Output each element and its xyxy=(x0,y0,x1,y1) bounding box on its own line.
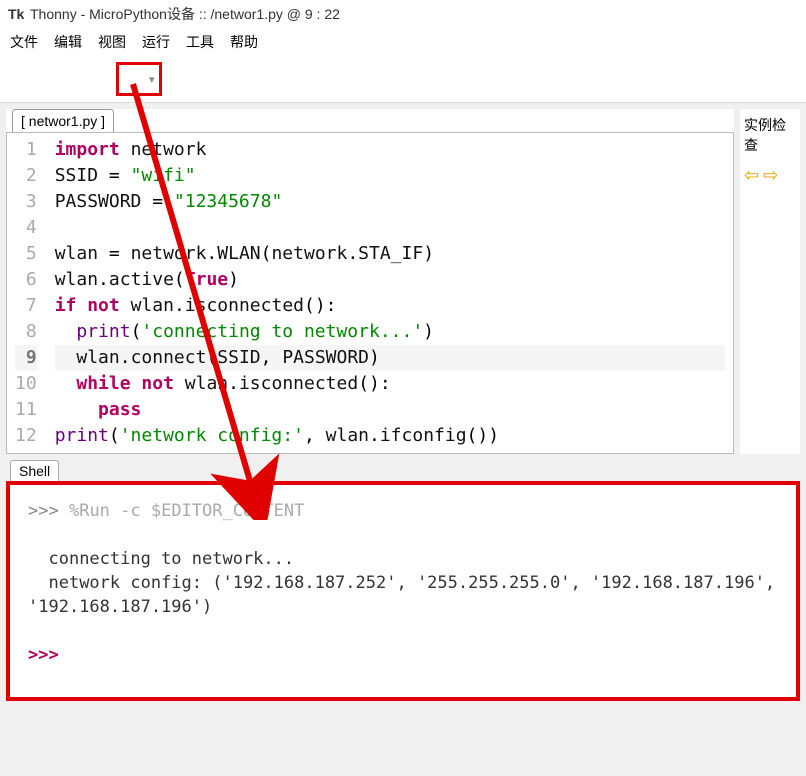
resume-button[interactable] xyxy=(304,67,328,91)
shell-prompt: >>> xyxy=(28,501,59,521)
shell-output-line: network config: ('192.168.187.252', '255… xyxy=(28,573,785,617)
inspector-back-button[interactable]: ⇦ xyxy=(744,165,759,186)
run-button-highlight: ▾ xyxy=(116,62,162,96)
object-inspector-pane: 实例检查 ⇦ ⇨ xyxy=(740,109,800,454)
menu-file[interactable]: 文件 xyxy=(10,32,38,52)
shell-output[interactable]: >>> %Run -c $EDITOR_CONTENT connecting t… xyxy=(6,481,800,701)
shell-tab[interactable]: Shell xyxy=(10,460,59,481)
menu-edit[interactable]: 编辑 xyxy=(54,32,82,52)
editor-tab-networ1[interactable]: [ networ1.py ] xyxy=(12,109,114,132)
shell-output-line: connecting to network... xyxy=(48,549,294,569)
menu-run[interactable]: 运行 xyxy=(142,32,170,52)
menu-view[interactable]: 视图 xyxy=(98,32,126,52)
open-file-button[interactable] xyxy=(40,67,64,91)
step-over-button[interactable] xyxy=(214,67,238,91)
menu-tools[interactable]: 工具 xyxy=(186,32,214,52)
app-icon: Tk xyxy=(8,6,24,22)
new-file-button[interactable] xyxy=(10,67,34,91)
run-button[interactable] xyxy=(123,67,147,91)
window-title: Thonny - MicroPython设备 :: /networ1.py @ … xyxy=(30,4,340,24)
inspector-title: 实例检查 xyxy=(740,109,800,161)
line-gutter: 1 2 3 4 5 6 7 8 9 10 11 12 xyxy=(7,133,47,453)
shell-active-prompt: >>> xyxy=(28,645,59,665)
code-editor[interactable]: 1 2 3 4 5 6 7 8 9 10 11 12 import networ… xyxy=(6,132,734,454)
window-titlebar: Tk Thonny - MicroPython设备 :: /networ1.py… xyxy=(0,0,806,28)
run-dropdown-icon[interactable]: ▾ xyxy=(149,73,155,86)
editor-tabs: [ networ1.py ] xyxy=(6,109,734,132)
step-out-button[interactable] xyxy=(274,67,298,91)
menu-help[interactable]: 帮助 xyxy=(230,32,258,52)
debug-button[interactable] xyxy=(184,67,208,91)
step-into-button[interactable] xyxy=(244,67,268,91)
stop-button[interactable]: STOP xyxy=(350,67,374,91)
code-content[interactable]: import network SSID = "wifi" PASSWORD = … xyxy=(47,133,733,453)
menubar: 文件 编辑 视图 运行 工具 帮助 xyxy=(0,28,806,56)
save-button[interactable] xyxy=(70,67,94,91)
inspector-forward-button[interactable]: ⇨ xyxy=(763,165,778,186)
shell-run-command: %Run -c $EDITOR_CONTENT xyxy=(69,501,304,521)
toolbar: ▾ STOP xyxy=(0,56,806,103)
